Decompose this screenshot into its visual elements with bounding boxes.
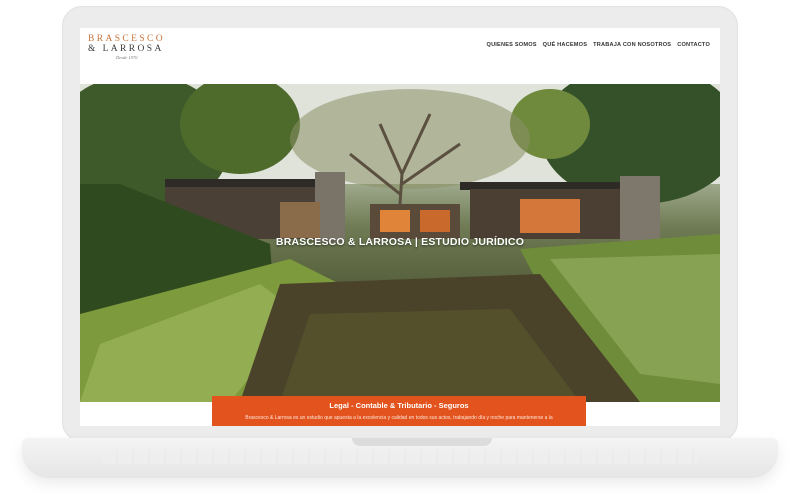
services-band: Legal - Contable & Tributario - Seguros … xyxy=(212,396,586,426)
laptop-screen: BRASCESCO & LARROSA Desde 1970 QUIENES S… xyxy=(80,28,720,426)
laptop-keyboard xyxy=(102,450,698,464)
nav-link-trabaja-con-nosotros[interactable]: TRABAJA CON NOSOTROS xyxy=(593,42,671,48)
main-nav: QUIENES SOMOS QUÉ HACEMOS TRABAJA CON NO… xyxy=(487,42,710,48)
hero-section: BRASCESCO & LARROSA | ESTUDIO JURÍDICO xyxy=(80,84,720,402)
services-description: Brascesco & Larrosa es un estudio que ap… xyxy=(245,415,553,421)
hero-title: BRASCESCO & LARROSA | ESTUDIO JURÍDICO xyxy=(275,236,525,248)
logo-name-line2: & LARROSA xyxy=(88,44,164,54)
logo-tagline: Desde 1970 xyxy=(116,55,138,60)
nav-link-que-hacemos[interactable]: QUÉ HACEMOS xyxy=(543,42,587,48)
nav-link-quienes-somos[interactable]: QUIENES SOMOS xyxy=(487,42,537,48)
laptop-notch xyxy=(352,438,492,446)
logo-name-line1: BRASCESCO xyxy=(88,34,166,44)
laptop-base xyxy=(22,438,778,478)
nav-link-contacto[interactable]: CONTACTO xyxy=(677,42,710,48)
site-logo[interactable]: BRASCESCO & LARROSA Desde 1970 xyxy=(88,34,178,60)
services-title: Legal - Contable & Tributario - Seguros xyxy=(329,401,469,410)
site-header: BRASCESCO & LARROSA Desde 1970 QUIENES S… xyxy=(80,28,720,84)
